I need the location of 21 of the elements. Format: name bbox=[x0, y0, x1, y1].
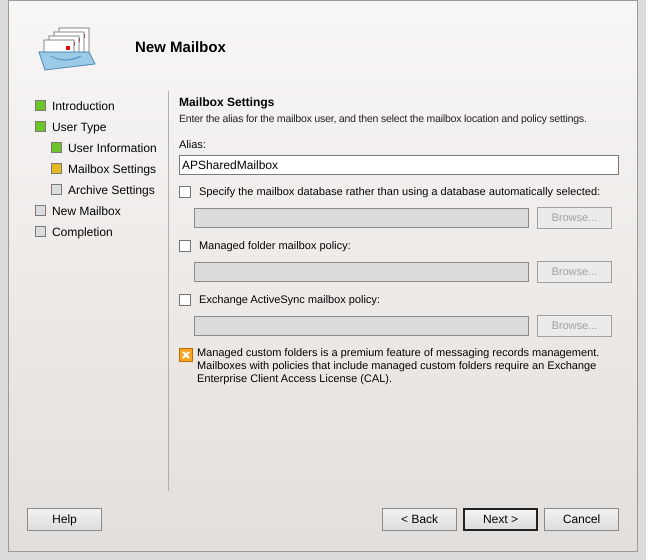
wizard-button[interactable]: Cancel bbox=[544, 508, 619, 530]
warning-icon bbox=[179, 348, 193, 362]
step-label: User Type bbox=[52, 118, 106, 136]
option-label: Managed folder mailbox policy: bbox=[199, 239, 351, 254]
dialog-title: New Mailbox bbox=[135, 38, 226, 58]
step-label: New Mailbox bbox=[52, 202, 121, 220]
alias-field[interactable]: APSharedMailbox bbox=[179, 155, 619, 176]
wizard-button[interactable]: Next > bbox=[463, 508, 538, 530]
step-label: User Information bbox=[68, 140, 157, 156]
option-label: Exchange ActiveSync mailbox policy: bbox=[199, 293, 380, 308]
wizard-button[interactable]: < Back bbox=[382, 508, 457, 530]
section-description: Enter the alias for the mailbox user, and then select the mailbox location and policy settings. bbox=[179, 112, 588, 127]
step-label: Completion bbox=[52, 224, 113, 240]
step-label: Archive Settings bbox=[68, 182, 155, 198]
step-label: Introduction bbox=[52, 98, 115, 114]
notice-text: Managed custom folders is a premium feature of messaging records management. Mailboxes with policies that include managed custom folders require an Exchange Enterprise Client Access License (CAL). bbox=[197, 347, 600, 386]
section-heading: Mailbox Settings bbox=[179, 94, 276, 111]
step-label: Mailbox Settings bbox=[68, 160, 156, 178]
option-label: Specify the mailbox database rather than using a database automatically selected: bbox=[199, 185, 600, 200]
alias-label: Alias: bbox=[179, 138, 207, 153]
help-button[interactable]: Help bbox=[27, 508, 102, 530]
